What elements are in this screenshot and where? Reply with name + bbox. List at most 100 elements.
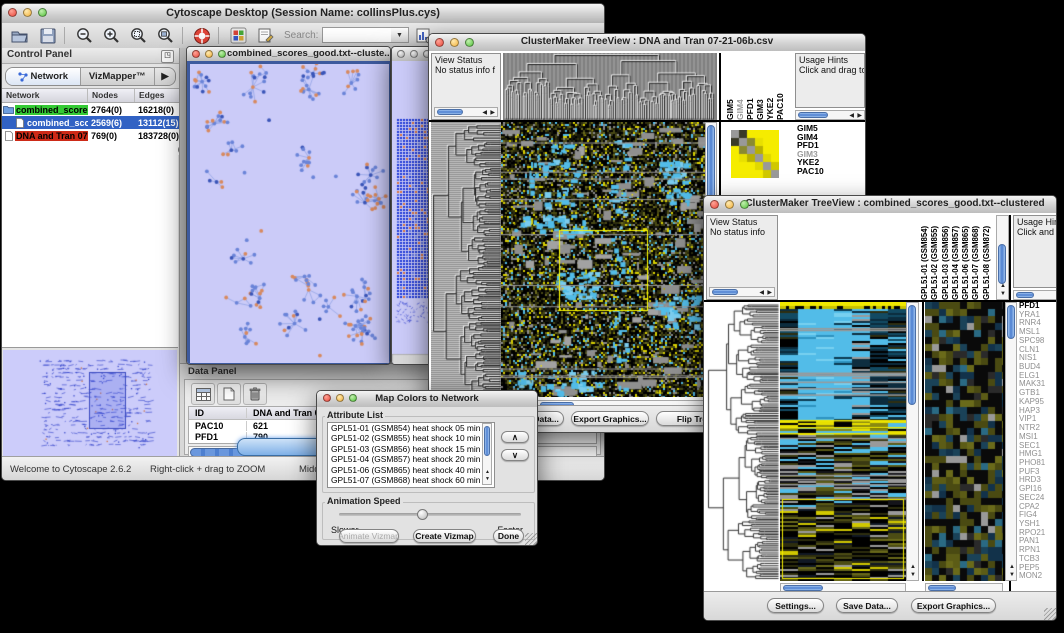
move-down-button[interactable]: ∨ [501, 449, 529, 461]
scroll-right-icon[interactable]: ▶ [767, 290, 772, 296]
tv2-column-label[interactable]: GPL51-06 (GSM865) [961, 215, 971, 300]
minimize-button[interactable] [205, 50, 213, 58]
tv2-column-labels[interactable]: GPL51-01 (GSM854)GPL51-02 (GSM855)GPL51-… [920, 215, 996, 300]
speed-slider-thumb[interactable] [417, 509, 428, 520]
tab-overflow-button[interactable]: ▶ [155, 68, 175, 85]
birds-eye-view[interactable] [3, 350, 177, 456]
tv2-column-label[interactable]: GPL51-02 (GSM855) [930, 215, 940, 300]
tv1-usage-hints-hscrollbar[interactable]: ◀ ▶ [795, 110, 865, 120]
scroll-left-icon[interactable]: ◀ [482, 110, 487, 116]
float-panel-icon[interactable]: ◳ [161, 50, 174, 63]
attribute-list-item[interactable]: GPL51-01 (GSM854) heat shock 05 min [328, 423, 494, 433]
zoom-out-button[interactable] [72, 25, 96, 46]
col-network[interactable]: Network [2, 89, 88, 102]
tv2-column-label[interactable]: GPL51-01 (GSM854) [920, 215, 930, 300]
tv1-column-dendrogram[interactable] [503, 53, 717, 120]
treeview2-titlebar[interactable]: ClusterMaker TreeView : combined_scores_… [704, 196, 1056, 214]
scroll-right-icon[interactable]: ▶ [857, 113, 862, 119]
tv1-column-label[interactable]: GIM3 [755, 53, 765, 120]
scroll-down-icon[interactable]: ▼ [1009, 572, 1015, 578]
close-button[interactable] [397, 50, 405, 58]
minimize-button[interactable] [410, 50, 418, 58]
plugins-button[interactable] [226, 25, 250, 46]
scroll-left-icon[interactable]: ◀ [759, 290, 764, 296]
tv2-labels-vscrollbar[interactable]: ▲ ▼ [996, 215, 1009, 300]
tv1-row-dendrogram[interactable] [431, 122, 501, 397]
scroll-right-icon[interactable]: ▶ [490, 110, 495, 116]
network-canvas[interactable] [190, 64, 389, 363]
tab-network[interactable]: Network [6, 68, 81, 85]
tv1-selected-matrix[interactable] [731, 130, 779, 178]
help-button[interactable] [190, 25, 214, 46]
tv2-settings-button[interactable]: Settings... [767, 598, 824, 613]
search-dropdown-button[interactable]: ▼ [391, 27, 409, 43]
scroll-up-icon[interactable]: ▲ [1000, 283, 1006, 289]
minimize-button[interactable] [450, 38, 459, 47]
col-edges[interactable]: Edges [135, 89, 179, 102]
new-attribute-button[interactable] [217, 383, 241, 405]
tv1-column-label[interactable]: PAC10 [775, 53, 785, 120]
scroll-down-icon[interactable]: ▼ [485, 476, 490, 482]
speed-slider-track[interactable] [339, 513, 521, 516]
tv1-heatmap[interactable] [501, 122, 705, 397]
main-titlebar[interactable]: Cytoscape Desktop (Session Name: collins… [2, 4, 604, 24]
tv2-zoom-heatmap[interactable] [925, 302, 1003, 581]
tv2-column-dendrogram-area[interactable] [780, 215, 918, 300]
zoom-button[interactable] [218, 50, 226, 58]
scroll-up-icon[interactable]: ▲ [910, 564, 916, 570]
col-id[interactable]: ID [189, 408, 247, 418]
tv2-heatmap-vscrollbar[interactable]: ▲ ▼ [906, 302, 919, 581]
tv2-save-data-button[interactable]: Save Data... [836, 598, 898, 613]
scroll-thumb[interactable] [484, 426, 490, 456]
close-button[interactable] [710, 200, 719, 209]
scroll-left-icon[interactable]: ◀ [849, 113, 854, 119]
annotation-button[interactable] [253, 25, 277, 46]
scroll-thumb[interactable] [712, 289, 738, 295]
attribute-list-item[interactable]: GPL51-04 (GSM857) heat shock 20 min [328, 454, 494, 464]
network-table-row[interactable]: combined_sco 2569(6) 13112(15) [2, 116, 179, 129]
tv2-column-label[interactable]: GPL51-03 (GSM856) [941, 215, 951, 300]
zoom-button[interactable] [465, 38, 474, 47]
zoom-fit-button[interactable] [153, 25, 177, 46]
minimize-button[interactable] [725, 200, 734, 209]
tv1-row-label[interactable]: PAC10 [797, 167, 824, 176]
tv2-gene-labels[interactable]: PFD1YRA1RNR4MSL1SPC98CLN1NIS1BUD4ELG1MAK… [1019, 302, 1057, 581]
tv2-genes-vscrollbar[interactable]: ▲ ▼ [1005, 302, 1017, 581]
zoom-button[interactable] [349, 394, 357, 402]
scroll-down-icon[interactable]: ▼ [910, 572, 916, 578]
scroll-down-icon[interactable]: ▼ [1000, 291, 1006, 297]
scroll-up-icon[interactable]: ▲ [1009, 564, 1015, 570]
network-table-row[interactable]: combined_scores 2764(0) 16218(0) [2, 103, 179, 116]
tv2-column-label[interactable]: GPL51-07 (GSM868) [971, 215, 981, 300]
network-view-titlebar[interactable]: combined_scores_good.txt--cluste... [187, 47, 390, 62]
tv1-column-label[interactable]: YKE2 [765, 53, 775, 120]
zoom-in-button[interactable] [99, 25, 123, 46]
attribute-list-item[interactable]: GPL51-07 (GSM868) heat shock 60 min [328, 475, 494, 485]
tv1-column-label[interactable]: GIM5 [725, 53, 735, 120]
done-button[interactable]: Done [493, 529, 524, 543]
scroll-thumb[interactable] [1016, 292, 1034, 298]
create-vizmap-button[interactable]: Create Vizmap [413, 529, 476, 543]
zoom-button[interactable] [38, 8, 47, 17]
tv1-column-label[interactable]: PFD1 [745, 53, 755, 120]
scroll-thumb[interactable] [437, 109, 463, 115]
attribute-listbox[interactable]: GPL51-01 (GSM854) heat shock 05 min GPL51… [327, 422, 495, 488]
attribute-select-button[interactable] [191, 383, 215, 405]
scroll-up-icon[interactable]: ▲ [485, 469, 490, 475]
map-colors-titlebar[interactable]: Map Colors to Network [317, 391, 537, 408]
scroll-thumb[interactable] [998, 244, 1006, 284]
attribute-list-item[interactable]: GPL51-06 (GSM865) heat shock 40 min [328, 465, 494, 475]
save-session-button[interactable] [36, 25, 60, 46]
tv1-column-labels[interactable]: GIM5GIM4PFD1GIM3YKE2PAC10 [725, 53, 791, 120]
attribute-list-vscrollbar[interactable]: ▲ ▼ [482, 423, 492, 485]
minimize-button[interactable] [336, 394, 344, 402]
resize-grip[interactable] [1044, 608, 1056, 620]
gene-label[interactable]: MON2 [1019, 572, 1057, 581]
tv2-export-graphics-button[interactable]: Export Graphics... [911, 598, 996, 613]
open-session-button[interactable] [8, 25, 32, 46]
tv1-view-status-hscrollbar[interactable]: ◀ ▶ [434, 107, 498, 117]
tv2-row-dendrogram[interactable] [706, 302, 780, 581]
tv2-column-label[interactable]: GPL51-08 (GSM872) [982, 215, 992, 300]
scroll-thumb[interactable] [1007, 305, 1015, 339]
col-nodes[interactable]: Nodes [88, 89, 135, 102]
